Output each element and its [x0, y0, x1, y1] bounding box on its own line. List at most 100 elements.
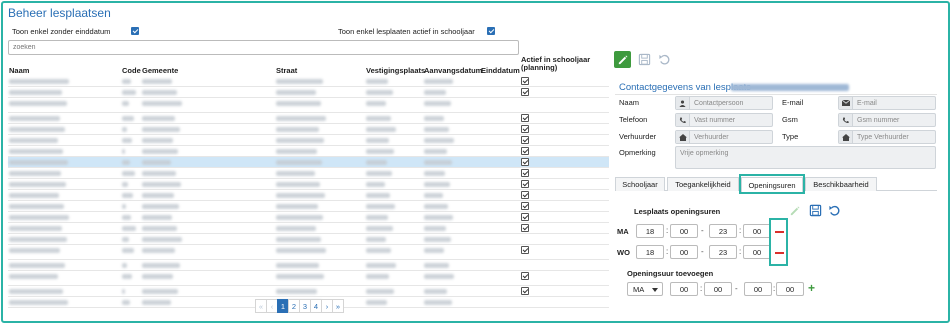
- day-select-value: MA: [633, 284, 645, 294]
- new-from-minute-input[interactable]: 00: [704, 282, 732, 296]
- actief-checkbox[interactable]: [521, 125, 529, 133]
- actief-checkbox[interactable]: [521, 213, 529, 221]
- tab-toegankelijkheid[interactable]: Toegankelijkheid: [667, 177, 739, 191]
- redacted-cell: [276, 127, 319, 132]
- table-row[interactable]: [8, 234, 609, 245]
- col-gemeente[interactable]: Gemeente: [142, 66, 178, 75]
- col-einddatum[interactable]: Einddatum: [481, 66, 520, 75]
- tab-beschikbaarheid[interactable]: Beschikbaarheid: [805, 177, 877, 191]
- add-opening-title: Openingsuur toevoegen: [627, 269, 714, 278]
- edit-hours-button[interactable]: [786, 202, 803, 219]
- new-from-hour-input[interactable]: 00: [670, 282, 698, 296]
- vast-nummer-field[interactable]: Vast nummer: [675, 113, 773, 127]
- filter-no-enddate-checkbox[interactable]: [131, 27, 139, 35]
- actief-checkbox[interactable]: [521, 114, 529, 122]
- col-vestigingsplaats[interactable]: Vestigingsplaats: [366, 66, 425, 75]
- table-row[interactable]: [8, 271, 609, 286]
- table-row[interactable]: [8, 76, 609, 87]
- to-minute-input[interactable]: 00: [743, 245, 771, 259]
- col-code[interactable]: Code: [122, 66, 141, 75]
- verhuurder-label: Verhuurder: [619, 132, 657, 141]
- actief-checkbox[interactable]: [521, 88, 529, 96]
- actief-checkbox[interactable]: [521, 169, 529, 177]
- from-hour-input[interactable]: 18: [636, 245, 664, 259]
- undo-button[interactable]: [656, 51, 673, 68]
- save-hours-button[interactable]: [807, 202, 824, 219]
- table-row[interactable]: [8, 157, 609, 168]
- filter-no-enddate-label: Toon enkel zonder einddatum: [12, 27, 111, 36]
- redacted-cell: [142, 79, 172, 84]
- table-row[interactable]: [8, 245, 609, 260]
- table-row[interactable]: [8, 135, 609, 146]
- col-actief[interactable]: Actief in schooljaar (planning): [521, 56, 611, 72]
- opmerking-textarea[interactable]: Vrije opmerking: [675, 146, 936, 169]
- col-aanvangsdatum[interactable]: Aanvangsdatum: [424, 66, 482, 75]
- table-row[interactable]: [8, 146, 609, 157]
- redacted-cell: [366, 90, 393, 95]
- actief-checkbox[interactable]: [521, 191, 529, 199]
- contactpersoon-field[interactable]: Contactpersoon: [675, 96, 773, 110]
- edit-button[interactable]: [614, 51, 631, 68]
- table-row[interactable]: [8, 98, 609, 113]
- redacted-cell: [9, 138, 58, 143]
- to-hour-input[interactable]: 23: [709, 245, 737, 259]
- actief-checkbox[interactable]: [521, 202, 529, 210]
- table-row[interactable]: [8, 201, 609, 212]
- table-row[interactable]: [8, 113, 609, 124]
- page-last-button[interactable]: »: [332, 299, 344, 313]
- actief-checkbox[interactable]: [521, 77, 529, 85]
- actief-checkbox[interactable]: [521, 180, 529, 188]
- redacted-cell: [122, 300, 130, 305]
- day-select[interactable]: MA: [627, 282, 663, 296]
- col-straat[interactable]: Straat: [276, 66, 297, 75]
- table-row[interactable]: [8, 190, 609, 201]
- table-row[interactable]: [8, 223, 609, 234]
- save-button[interactable]: [636, 51, 653, 68]
- redacted-cell: [366, 248, 391, 253]
- actief-checkbox[interactable]: [521, 147, 529, 155]
- gsm-label: Gsm: [782, 115, 798, 124]
- actief-checkbox[interactable]: [521, 224, 529, 232]
- col-naam[interactable]: Naam: [9, 66, 29, 75]
- redacted-cell: [424, 127, 449, 132]
- from-minute-input[interactable]: 00: [670, 245, 698, 259]
- tab-schooljaar[interactable]: Schooljaar: [615, 177, 665, 191]
- new-to-hour-input[interactable]: 00: [744, 282, 772, 296]
- gsm-field[interactable]: Gsm nummer: [838, 113, 936, 127]
- redacted-cell: [276, 226, 316, 231]
- redacted-cell: [366, 138, 389, 143]
- table-row[interactable]: [8, 286, 609, 297]
- table-row[interactable]: [8, 168, 609, 179]
- actief-checkbox[interactable]: [521, 136, 529, 144]
- actief-checkbox[interactable]: [521, 158, 529, 166]
- add-opening-button[interactable]: +: [808, 282, 815, 294]
- table-row[interactable]: [8, 212, 609, 223]
- redacted-cell: [122, 237, 129, 242]
- verhuurder-field[interactable]: Verhuurder: [675, 130, 773, 144]
- actief-checkbox[interactable]: [521, 246, 529, 254]
- actief-checkbox[interactable]: [521, 272, 529, 280]
- actief-checkbox[interactable]: [521, 287, 529, 295]
- filter-active-checkbox[interactable]: [487, 27, 495, 35]
- redacted-cell: [276, 182, 320, 187]
- table-row[interactable]: [8, 87, 609, 98]
- table-row[interactable]: [8, 124, 609, 135]
- search-input[interactable]: [8, 40, 519, 55]
- email-placeholder: E-mail: [857, 99, 877, 107]
- redacted-cell: [122, 90, 136, 95]
- to-hour-input[interactable]: 23: [709, 224, 737, 238]
- redacted-cell: [276, 263, 319, 268]
- email-field[interactable]: E-mail: [838, 96, 936, 110]
- redacted-cell: [9, 263, 65, 268]
- table-row[interactable]: [8, 179, 609, 190]
- new-to-minute-input[interactable]: 00: [776, 282, 804, 296]
- colon: :: [700, 284, 703, 293]
- redacted-cell: [424, 248, 444, 253]
- type-verhuurder-field[interactable]: Type Verhuurder: [838, 130, 936, 144]
- from-minute-input[interactable]: 00: [670, 224, 698, 238]
- undo-hours-button[interactable]: [826, 202, 843, 219]
- to-minute-input[interactable]: 00: [743, 224, 771, 238]
- redacted-cell: [142, 300, 171, 305]
- table-row[interactable]: [8, 260, 609, 271]
- from-hour-input[interactable]: 18: [636, 224, 664, 238]
